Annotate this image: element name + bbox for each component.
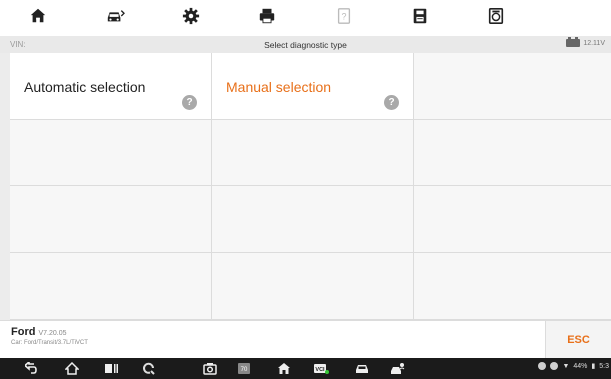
app-window: ? VIN: Select diagnostic type 12.11V Aut…: [0, 0, 611, 379]
battery-icon: ▮: [591, 363, 596, 370]
manual-selection-tile[interactable]: Manual selection ?: [212, 53, 414, 120]
empty-tile: [212, 253, 414, 320]
manual-selection-label: Manual selection: [226, 79, 332, 95]
left-margin: [0, 53, 10, 320]
save-icon: [411, 7, 429, 30]
vehicle-swap-button[interactable]: [76, 0, 152, 36]
empty-tile: [212, 186, 414, 253]
vehicle-brand: Ford V7.20.05: [11, 326, 66, 338]
empty-tile: [414, 53, 611, 120]
help-button[interactable]: ?: [306, 0, 382, 36]
svg-text:VCI: VCI: [315, 367, 325, 373]
help-icon[interactable]: ?: [182, 95, 197, 110]
title-bar: VIN: Select diagnostic type 12.11V: [0, 36, 611, 53]
top-toolbar: ?: [0, 0, 611, 36]
empty-tile: [414, 253, 611, 320]
automatic-selection-label: Automatic selection: [24, 79, 146, 95]
recent-apps-icon[interactable]: [103, 361, 119, 376]
settings-icon: [182, 7, 200, 30]
location-icon: [550, 362, 559, 370]
home-button[interactable]: [0, 0, 76, 36]
empty-tile: [10, 186, 212, 253]
settings-button[interactable]: [153, 0, 229, 36]
empty-tile: [10, 120, 212, 186]
empty-tile: [414, 120, 611, 186]
data-log-button[interactable]: [458, 0, 534, 36]
refresh-icon[interactable]: [141, 361, 157, 376]
print-icon: [258, 7, 276, 30]
help-disabled-icon: ?: [335, 7, 353, 30]
home-nav-icon[interactable]: [64, 361, 80, 376]
back-icon[interactable]: [24, 361, 40, 376]
save-button[interactable]: [382, 0, 458, 36]
system-status: ▼ 44% ▮ 5:3: [538, 362, 609, 370]
print-button[interactable]: [229, 0, 305, 36]
empty-tile: [10, 253, 212, 320]
wifi-icon: ▼: [562, 362, 570, 370]
vci-icon[interactable]: VCI: [313, 361, 329, 376]
data-log-icon: [487, 7, 505, 30]
help-icon[interactable]: ?: [384, 95, 399, 110]
svg-text:?: ?: [341, 11, 346, 21]
diagnostics-car-icon[interactable]: [354, 361, 370, 376]
home-icon: [29, 7, 47, 30]
selection-grid: Automatic selection ? Manual selection ?: [10, 53, 611, 320]
page-title: Select diagnostic type: [264, 40, 347, 50]
software-version: V7.20.05: [38, 330, 67, 337]
automatic-selection-tile[interactable]: Automatic selection ?: [10, 53, 212, 120]
message-icon: [538, 362, 547, 370]
empty-tile: [414, 186, 611, 253]
display-settings-icon[interactable]: 70: [236, 361, 252, 376]
voltage-indicator: 12.11V: [566, 37, 605, 47]
system-nav-bar: 70 VCI ▼ 44% ▮ 5:3: [0, 358, 611, 379]
svg-text:70: 70: [241, 367, 248, 373]
camera-icon[interactable]: [202, 361, 218, 376]
esc-button[interactable]: ESC: [545, 321, 611, 359]
clock: 5:3: [599, 362, 609, 370]
vehicle-footer: Ford V7.20.05 Car: Ford/Transit/3.7L/TiVC…: [0, 320, 611, 359]
vehicle-swap-icon: [105, 7, 125, 30]
brand-name: Ford: [11, 326, 36, 338]
empty-tile: [212, 120, 414, 186]
battery-percent: 44%: [573, 362, 588, 370]
voltage-value: 12.11V: [583, 39, 605, 47]
vehicle-info: Car: Ford/Transit/3.7L/TiVCT: [11, 340, 88, 346]
remote-support-icon[interactable]: [390, 361, 406, 376]
car-battery-icon: [566, 37, 581, 47]
home-app-icon[interactable]: [276, 361, 292, 376]
